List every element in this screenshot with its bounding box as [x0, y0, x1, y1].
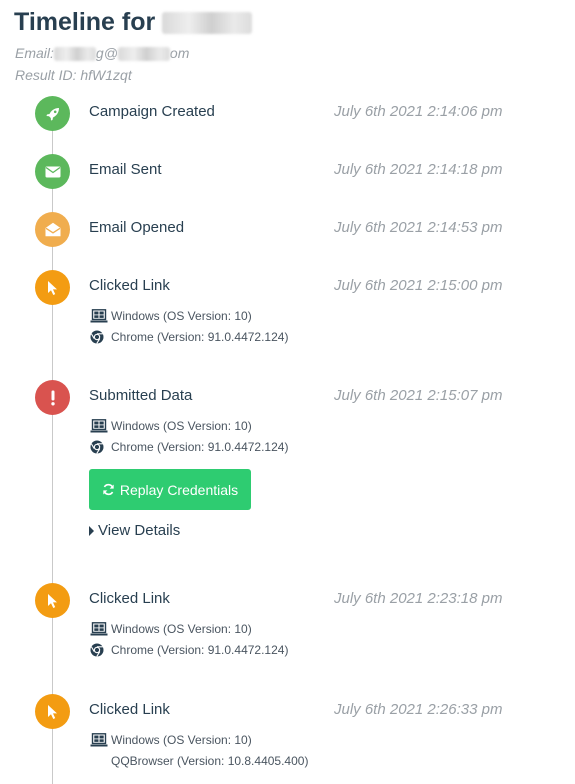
- browser-info: Chrome (Version: 91.0.4472.124): [90, 330, 288, 344]
- laptop-windows-icon: [90, 622, 109, 636]
- mouse-pointer-icon: [35, 270, 70, 305]
- browser-info: QQBrowser (Version: 10.8.4405.400): [90, 754, 308, 768]
- browser-info: Chrome (Version: 91.0.4472.124): [90, 440, 288, 454]
- laptop-windows-icon: [90, 309, 109, 323]
- result-id-value: hfW1zqt: [80, 67, 132, 83]
- rocket-icon: [35, 96, 70, 131]
- envelope-icon: [35, 154, 70, 189]
- caret-right-icon: [89, 525, 94, 536]
- event-label: Clicked Link: [89, 277, 170, 294]
- exclamation-icon: [35, 380, 70, 415]
- result-id-line: Result ID: hfW1zqt: [15, 67, 132, 83]
- page-title: Timeline for: [14, 8, 253, 37]
- os-info: Windows (OS Version: 10): [90, 309, 252, 323]
- event-time: July 6th 2021 2:14:18 pm: [334, 161, 503, 178]
- refresh-icon: [102, 483, 115, 496]
- chrome-icon: [90, 440, 109, 454]
- event-time: July 6th 2021 2:15:07 pm: [334, 387, 503, 404]
- redacted-email-part: [117, 47, 170, 62]
- redacted-email-part: [53, 47, 96, 62]
- browser-placeholder-icon: [90, 754, 109, 768]
- laptop-windows-icon: [90, 733, 109, 747]
- laptop-windows-icon: [90, 419, 109, 433]
- email-line: Email: g@ om: [15, 45, 190, 62]
- mouse-pointer-icon: [35, 583, 70, 618]
- envelope-open-icon: [35, 212, 70, 247]
- event-label: Clicked Link: [89, 590, 170, 607]
- os-info: Windows (OS Version: 10): [90, 419, 252, 433]
- os-info: Windows (OS Version: 10): [90, 733, 252, 747]
- event-time: July 6th 2021 2:26:33 pm: [334, 701, 503, 718]
- event-label: Submitted Data: [89, 387, 193, 404]
- event-time: July 6th 2021 2:15:00 pm: [334, 277, 503, 294]
- replay-credentials-button[interactable]: Replay Credentials: [89, 469, 251, 510]
- browser-info: Chrome (Version: 91.0.4472.124): [90, 643, 288, 657]
- event-label: Email Sent: [89, 161, 162, 178]
- event-label: Campaign Created: [89, 103, 215, 120]
- event-time: July 6th 2021 2:14:53 pm: [334, 219, 503, 236]
- chrome-icon: [90, 643, 109, 657]
- redacted-name: [162, 12, 253, 35]
- chrome-icon: [90, 330, 109, 344]
- event-label: Clicked Link: [89, 701, 170, 718]
- event-label: Email Opened: [89, 219, 185, 236]
- event-time: July 6th 2021 2:14:06 pm: [334, 103, 503, 120]
- event-time: July 6th 2021 2:23:18 pm: [334, 590, 503, 607]
- view-details-toggle[interactable]: View Details: [89, 522, 180, 539]
- os-info: Windows (OS Version: 10): [90, 622, 252, 636]
- mouse-pointer-icon: [35, 694, 70, 729]
